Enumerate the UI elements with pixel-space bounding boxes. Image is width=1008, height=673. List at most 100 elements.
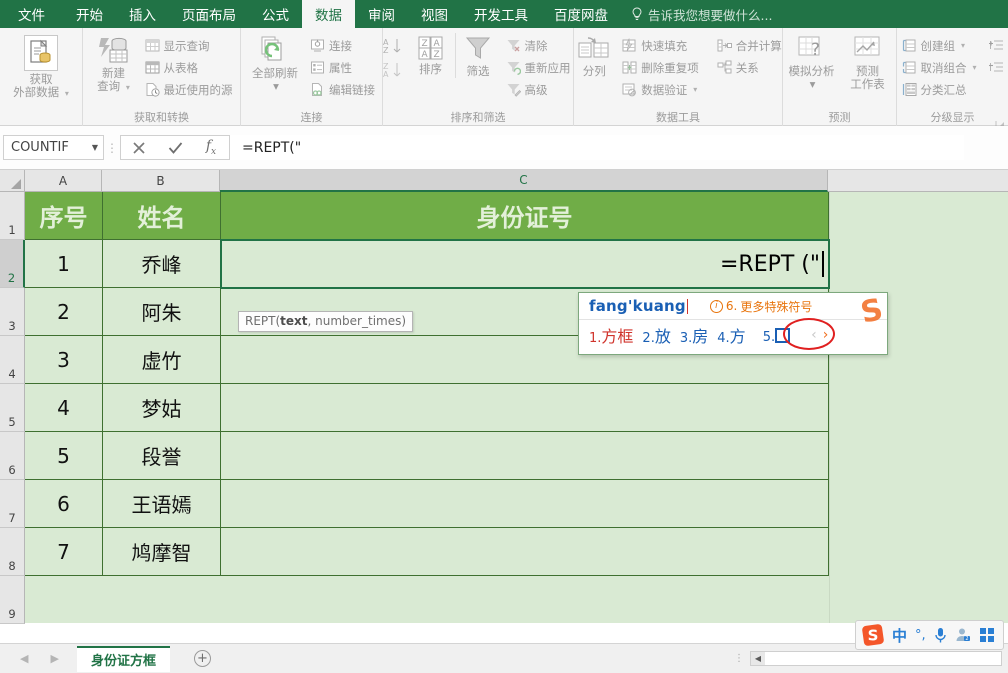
subtotal-button[interactable]: 分类汇总 bbox=[899, 79, 980, 100]
ribbon-tab-baidu-netdisk[interactable]: 百度网盘 bbox=[541, 0, 621, 28]
ribbon-tab-file[interactable]: 文件 bbox=[0, 0, 63, 28]
forecast-sheet-button[interactable]: 预测 工作表 bbox=[841, 33, 895, 91]
cancel-x-icon[interactable] bbox=[121, 136, 157, 159]
ungroup-button[interactable]: 取消组合 ▾ bbox=[899, 57, 980, 78]
sort-descending-icon[interactable]: ZA bbox=[383, 61, 407, 79]
text-to-columns-button[interactable]: 分列 bbox=[571, 33, 617, 78]
new-query-button[interactable]: 新建 查询 ▾ bbox=[88, 33, 140, 94]
consolidate-button[interactable]: 合并计算 bbox=[714, 35, 785, 56]
flash-fill-button[interactable]: 快速填充 bbox=[619, 35, 702, 56]
cell-B8[interactable]: 鸠摩智 bbox=[103, 528, 221, 576]
ungroup-caret[interactable]: ▾ bbox=[973, 63, 977, 72]
row-header-5[interactable]: 5 bbox=[0, 384, 25, 432]
sogou-logo-icon[interactable]: S bbox=[862, 624, 884, 646]
ribbon-tab-page-layout[interactable]: 页面布局 bbox=[169, 0, 249, 28]
sheet-nav-next-icon[interactable]: ▶ bbox=[50, 652, 58, 665]
ribbon-tab-data[interactable]: 数据 bbox=[302, 0, 355, 28]
sheet-tab-active[interactable]: 身份证方框 bbox=[76, 645, 170, 672]
row-header-8[interactable]: 8 bbox=[0, 528, 25, 576]
cell-C2-active[interactable]: =REPT (" bbox=[220, 239, 830, 289]
cell-B3[interactable]: 阿朱 bbox=[103, 288, 221, 336]
cell-B4[interactable]: 虚竹 bbox=[103, 336, 221, 384]
cell-B7[interactable]: 王语嫣 bbox=[103, 480, 221, 528]
row-header-9[interactable]: 9 bbox=[0, 576, 25, 624]
hscroll-left-icon[interactable]: ◀ bbox=[751, 652, 765, 665]
row-header-4[interactable]: 4 bbox=[0, 336, 25, 384]
next-page-arrow-icon[interactable]: › bbox=[823, 327, 829, 343]
properties-button[interactable]: 属性 bbox=[307, 57, 378, 78]
ime-candidate-4[interactable]: 4.方 bbox=[717, 323, 745, 347]
cell-B1[interactable]: 姓名 bbox=[103, 192, 221, 240]
row-header-7[interactable]: 7 bbox=[0, 480, 25, 528]
toolbox-grid-icon[interactable] bbox=[979, 627, 995, 643]
what-if-analysis-button[interactable]: ? 模拟分析 ▾ bbox=[785, 33, 839, 91]
connections-button[interactable]: 连接 bbox=[307, 35, 378, 56]
ribbon-tab-view[interactable]: 视图 bbox=[408, 0, 461, 28]
formula-bar-grip[interactable]: ⋮ bbox=[104, 142, 120, 154]
punctuation-mode-icon[interactable]: °, bbox=[915, 628, 926, 643]
prev-page-arrow-icon[interactable]: ‹ bbox=[811, 327, 817, 343]
hide-detail-button[interactable] bbox=[986, 57, 1007, 78]
group-button[interactable]: 创建组 ▾ bbox=[899, 35, 980, 56]
what-if-analysis-caret[interactable]: ▾ bbox=[810, 78, 816, 91]
chinese-mode-icon[interactable]: 中 bbox=[892, 625, 907, 646]
cell-B2[interactable]: 乔峰 bbox=[103, 240, 221, 288]
cell-row-9-fill[interactable] bbox=[25, 576, 829, 623]
sogou-ime-toolbar[interactable]: S 中 °, 2 bbox=[855, 620, 1004, 650]
row-header-3[interactable]: 3 bbox=[0, 288, 25, 336]
get-external-data-button[interactable]: 获取 外部数据 ▾ bbox=[10, 33, 72, 100]
ime-candidate-3[interactable]: 3.房 bbox=[680, 323, 708, 347]
ribbon-tab-developer[interactable]: 开发工具 bbox=[461, 0, 541, 28]
show-queries-button[interactable]: 显示查询 bbox=[142, 35, 236, 56]
data-validation-caret[interactable]: ▾ bbox=[693, 85, 697, 94]
advanced-filter-button[interactable]: 高级 bbox=[503, 79, 574, 100]
sheet-nav-prev-icon[interactable]: ◀ bbox=[20, 652, 28, 665]
ribbon-tab-home[interactable]: 开始 bbox=[63, 0, 116, 28]
relationships-button[interactable]: 关系 bbox=[714, 57, 785, 78]
refresh-all-button[interactable]: 全部刷新 ▾ bbox=[245, 33, 305, 93]
row-header-1[interactable]: 1 bbox=[0, 192, 25, 240]
add-sheet-button[interactable]: + bbox=[193, 650, 211, 667]
cell-A5[interactable]: 4 bbox=[25, 384, 103, 432]
user-account-icon[interactable]: 2 bbox=[955, 627, 971, 643]
row-header-2[interactable]: 2 bbox=[0, 240, 25, 288]
ime-candidate-window[interactable]: fang'kuang i 6. 更多特殊符号 1.方框 2.放 3.房 4.方 … bbox=[578, 292, 888, 355]
cell-A8[interactable]: 7 bbox=[25, 528, 103, 576]
show-detail-button[interactable] bbox=[986, 35, 1007, 56]
cell-A3[interactable]: 2 bbox=[25, 288, 103, 336]
remove-duplicates-button[interactable]: 删除重复项 bbox=[619, 57, 702, 78]
formula-input[interactable]: =REPT(" bbox=[230, 135, 964, 160]
from-table-button[interactable]: 从表格 bbox=[142, 57, 236, 78]
edit-links-button[interactable]: 编辑链接 bbox=[307, 79, 378, 100]
clear-filter-button[interactable]: 清除 bbox=[503, 35, 574, 56]
outline-dialog-launcher[interactable] bbox=[995, 115, 1005, 130]
ribbon-tab-insert[interactable]: 插入 bbox=[116, 0, 169, 28]
cell-column-d-fill[interactable] bbox=[829, 192, 1008, 623]
row-header-6[interactable]: 6 bbox=[0, 432, 25, 480]
ribbon-tab-formulas[interactable]: 公式 bbox=[249, 0, 302, 28]
ime-candidate-1[interactable]: 1.方框 bbox=[589, 323, 633, 347]
ime-more-symbols-hint[interactable]: i 6. 更多特殊符号 bbox=[709, 298, 812, 315]
cell-A4[interactable]: 3 bbox=[25, 336, 103, 384]
cell-A1[interactable]: 序号 bbox=[25, 192, 103, 240]
ime-candidate-2[interactable]: 2.放 bbox=[642, 323, 670, 347]
sort-ascending-icon[interactable]: AZ bbox=[383, 37, 407, 55]
insert-function-fx-icon[interactable]: fx bbox=[193, 136, 229, 159]
name-box[interactable]: COUNTIF ▼ bbox=[3, 135, 104, 160]
group-caret[interactable]: ▾ bbox=[961, 41, 965, 50]
recent-sources-button[interactable]: 最近使用的源 bbox=[142, 79, 236, 100]
cell-A7[interactable]: 6 bbox=[25, 480, 103, 528]
reapply-button[interactable]: 重新应用 bbox=[503, 57, 574, 78]
cell-A2[interactable]: 1 bbox=[25, 240, 103, 288]
refresh-all-caret[interactable]: ▾ bbox=[273, 80, 279, 93]
select-all-corner[interactable] bbox=[0, 170, 25, 192]
tell-me-search[interactable]: 告诉我您想要做什么... bbox=[621, 0, 782, 28]
filter-button[interactable]: 筛选 bbox=[454, 33, 501, 78]
cell-C5[interactable] bbox=[221, 384, 829, 432]
name-box-dropdown-icon[interactable]: ▼ bbox=[92, 143, 98, 152]
cell-C7[interactable] bbox=[221, 480, 829, 528]
cell-C6[interactable] bbox=[221, 432, 829, 480]
ribbon-tab-review[interactable]: 审阅 bbox=[355, 0, 408, 28]
cell-B6[interactable]: 段誉 bbox=[103, 432, 221, 480]
column-header-b[interactable]: B bbox=[102, 170, 220, 192]
